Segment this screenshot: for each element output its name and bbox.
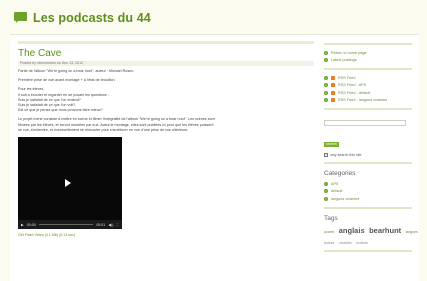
- divider: [324, 162, 412, 164]
- bullet-icon: [324, 90, 328, 95]
- bullet-icon: [324, 75, 328, 80]
- divider: [324, 108, 412, 110]
- fullscreen-icon[interactable]: ⛶: [116, 223, 119, 227]
- post-line: se voir, s'entendre, et éventuellement s…: [18, 127, 189, 132]
- tag-link[interactable]: langues: [406, 230, 418, 234]
- main-content: The Cave Posted by nbrichmann on Dec 13,…: [18, 41, 314, 237]
- sidebar-link-latest[interactable]: Latest postings: [324, 57, 412, 65]
- post-title[interactable]: The Cave: [18, 48, 314, 60]
- divider: [324, 43, 412, 45]
- rss-icon: [331, 83, 335, 88]
- video-player[interactable]: ▶ 00:00 00:01 ◀)) ⛶: [18, 137, 122, 230]
- tag-link[interactable]: bearhunt: [369, 226, 401, 235]
- tag-link[interactable]: vivantes: [339, 241, 352, 245]
- sidebar: Return to home page Latest postings RSS …: [324, 43, 418, 256]
- only-site-option[interactable]: only search this site: [324, 153, 412, 157]
- feed-label[interactable]: RSS Feed - langues vivantes: [338, 98, 387, 102]
- rss-feeds: RSS Feed RSS Feed - AP5 RSS Feed - defau…: [324, 74, 412, 104]
- link-label[interactable]: Return to home page: [331, 51, 367, 55]
- post-meta: Posted by nbrichmann on Dec 13, 2012: [18, 61, 314, 66]
- post-paragraph-group: Le projet mené consiste à mettre en scèn…: [18, 117, 314, 133]
- divider: [18, 41, 314, 44]
- page-content: The Cave Posted by nbrichmann on Dec 13,…: [10, 34, 419, 281]
- rss-icon: [331, 98, 335, 103]
- site-title[interactable]: Les podcasts du 44: [33, 11, 151, 25]
- categories-list: AP5 default langues vivantes: [324, 180, 412, 203]
- speaker-icon[interactable]: ◀)): [108, 223, 113, 227]
- bullet-icon: [324, 58, 328, 63]
- post-line: Est ce que je pense que nous pouvons fai…: [18, 108, 103, 113]
- player-controls: ▶ 00:00 00:01 ◀)) ⛶: [18, 220, 122, 230]
- time-start: 00:00: [26, 222, 36, 227]
- bullet-icon: [324, 50, 328, 55]
- tag-link[interactable]: accent: [324, 230, 334, 234]
- category-item[interactable]: default: [324, 188, 412, 196]
- speech-bubble-icon: [14, 12, 28, 24]
- post-paragraph: Partie de l'album "We're going on a bear…: [18, 69, 135, 73]
- rss-feed-item[interactable]: RSS Feed - AP5: [324, 82, 412, 90]
- search-button[interactable]: search: [324, 141, 339, 147]
- feed-label[interactable]: RSS Feed - default: [338, 91, 370, 95]
- progress-bar[interactable]: [38, 223, 94, 226]
- tag-link[interactable]: lecture: [324, 241, 335, 245]
- post-paragraph-group: Pour les élèves, Il suit à écouter et re…: [18, 87, 314, 113]
- download-link[interactable]: Get Flash Video (4.1 Mb) (0:13 sec): [18, 233, 314, 237]
- tag-link[interactable]: écriture: [356, 241, 368, 245]
- play-icon[interactable]: [65, 179, 71, 188]
- tag-cloud: accent anglais bearhunt langues lecture …: [324, 225, 418, 247]
- only-site-checkbox[interactable]: [324, 153, 328, 157]
- bullet-icon: [324, 83, 328, 88]
- time-end: 00:01: [96, 222, 106, 227]
- bullet-icon: [324, 189, 328, 194]
- divider: [324, 249, 412, 252]
- link-label[interactable]: Latest postings: [331, 58, 357, 62]
- nav-links: Return to home page Latest postings: [324, 49, 412, 64]
- divider: [324, 68, 412, 70]
- rss-icon: [331, 75, 335, 80]
- bullet-icon: [324, 98, 328, 103]
- divider: [324, 206, 412, 209]
- sidebar-link-home[interactable]: Return to home page: [324, 49, 412, 57]
- tag-link[interactable]: anglais: [339, 226, 365, 235]
- category-label[interactable]: AP5: [331, 182, 338, 186]
- feed-label[interactable]: RSS Feed: [338, 76, 356, 80]
- category-item[interactable]: langues vivantes: [324, 195, 412, 203]
- site-header: Les podcasts du 44: [14, 8, 151, 28]
- category-label[interactable]: default: [331, 189, 342, 193]
- only-site-label: only search this site: [330, 153, 362, 157]
- category-label[interactable]: langues vivantes: [331, 197, 359, 201]
- play-control-icon[interactable]: ▶: [21, 223, 24, 227]
- feed-label[interactable]: RSS Feed - AP5: [338, 83, 366, 87]
- rss-feed-item[interactable]: RSS Feed: [324, 74, 412, 82]
- bullet-icon: [324, 196, 328, 201]
- rss-feed-item[interactable]: RSS Feed - langues vivantes: [324, 97, 412, 105]
- post-paragraph: Première prise de vue avant montage + à …: [18, 78, 116, 83]
- rss-feed-item[interactable]: RSS Feed - default: [324, 89, 412, 97]
- search-input[interactable]: [324, 119, 406, 126]
- rss-icon: [331, 90, 335, 95]
- bullet-icon: [324, 181, 328, 186]
- category-item[interactable]: AP5: [324, 180, 412, 188]
- categories-heading: Categories: [324, 170, 356, 177]
